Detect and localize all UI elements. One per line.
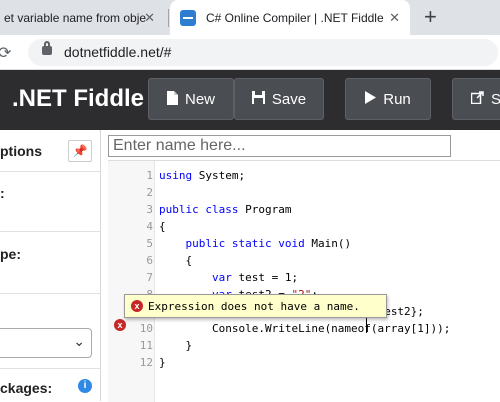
line-number: 12 [139, 356, 153, 369]
line-number: 1 [146, 169, 153, 182]
divider [0, 231, 101, 232]
browser-tab-title: C# Online Compiler | .NET Fiddle [206, 10, 384, 25]
line-number: 5 [146, 237, 153, 250]
error-tooltip: x Expression does not have a name. [124, 294, 387, 318]
share-button[interactable]: S [452, 78, 500, 120]
close-icon[interactable]: ✕ [144, 10, 155, 26]
new-tab-button[interactable]: + [424, 5, 437, 29]
new-button-label: New [184, 90, 215, 108]
code-line: } [159, 356, 166, 369]
browser-toolbar: ⟳ dotnetfiddle.net/# [0, 35, 500, 70]
lock-icon[interactable] [42, 41, 52, 55]
code-line: using System; [159, 169, 246, 182]
options-title: ptions [0, 143, 42, 159]
line-number: 11 [139, 339, 153, 352]
options-panel: ptions 📌 : pe: ⌄ ckages: i [0, 130, 101, 401]
app-header: .NET Fiddle New Save Run S [0, 70, 500, 130]
close-icon[interactable]: ✕ [389, 10, 400, 26]
url-text: dotnetfiddle.net/# [64, 44, 172, 60]
fiddle-name-input[interactable] [108, 135, 451, 157]
dotnetfiddle-favicon-icon [180, 9, 196, 26]
error-icon: x [131, 300, 143, 312]
line-number-gutter: 1 2 3 4 5 6 7 8 9 10 11 12 [108, 161, 155, 402]
file-icon [166, 90, 178, 108]
code-editor[interactable]: 1 2 3 4 5 6 7 8 9 10 11 12 using System;… [108, 160, 500, 402]
share-button-label: S [491, 90, 500, 108]
error-marker-icon[interactable]: x [114, 319, 126, 331]
line-number: 7 [146, 271, 153, 284]
save-icon [251, 91, 265, 107]
code-line: Console.WriteLine(nameof(array[1])); [159, 322, 451, 335]
line-number: 3 [146, 203, 153, 216]
code-line: { [159, 220, 166, 233]
run-button-label: Run [383, 90, 411, 108]
new-button[interactable]: New [148, 78, 234, 120]
line-number: 6 [146, 254, 153, 267]
save-button-label: Save [271, 90, 307, 108]
play-icon [365, 91, 377, 107]
line-number: 2 [146, 186, 153, 199]
option-label-project-type: pe: [0, 246, 21, 262]
option-label-language: : [0, 185, 5, 201]
browser-tab-strip: et variable name from obje ✕ C# Online C… [0, 0, 500, 35]
browser-tab-inactive[interactable]: et variable name from obje ✕ [0, 0, 165, 35]
divider [0, 171, 101, 172]
run-button[interactable]: Run [345, 78, 431, 120]
dotnet-fiddle-logo[interactable]: .NET Fiddle [12, 85, 144, 113]
tab-separator [168, 9, 169, 27]
text-cursor [366, 318, 367, 333]
pin-icon[interactable]: 📌 [68, 140, 92, 162]
editor-area: 1 2 3 4 5 6 7 8 9 10 11 12 using System;… [101, 130, 500, 402]
reload-icon[interactable]: ⟳ [0, 43, 11, 63]
code-line: var test = 1; [211, 271, 299, 284]
compiler-select[interactable]: ⌄ [0, 328, 92, 358]
info-icon[interactable]: i [78, 379, 92, 393]
divider [0, 368, 101, 369]
error-tooltip-text: Expression does not have a name. [148, 299, 360, 313]
code-line: public class Program [159, 203, 292, 216]
save-button[interactable]: Save [234, 78, 324, 120]
line-number: 4 [146, 220, 153, 233]
address-bar[interactable]: dotnetfiddle.net/# [28, 39, 498, 66]
chevron-down-icon: ⌄ [73, 333, 85, 349]
browser-tab-active[interactable]: C# Online Compiler | .NET Fiddle ✕ [170, 0, 410, 35]
divider [0, 293, 101, 294]
code-line: public static void Main() [185, 237, 352, 250]
browser-tab-title: et variable name from obje [4, 10, 147, 25]
share-icon [470, 91, 484, 107]
code-line: { [159, 254, 193, 267]
option-label-nuget-packages: ckages: [0, 380, 53, 396]
code-line: } [159, 339, 193, 352]
